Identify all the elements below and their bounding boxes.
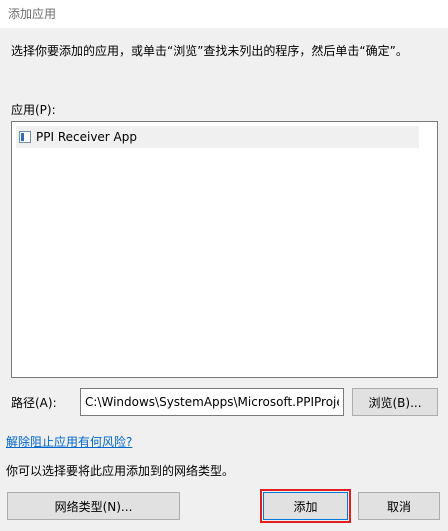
app-window-icon: [19, 131, 31, 143]
list-item-ppi-receiver-app[interactable]: PPI Receiver App: [16, 126, 419, 148]
apps-listbox[interactable]: PPI Receiver App: [11, 121, 438, 378]
path-label: 路径(A):: [11, 396, 57, 410]
browse-button[interactable]: 浏览(B)...: [352, 388, 438, 416]
path-input[interactable]: [80, 388, 344, 416]
dialog-title: 添加应用: [8, 7, 57, 21]
network-types-text: 你可以选择要将此应用添加到的网络类型。: [6, 464, 235, 478]
list-item-label: PPI Receiver App: [36, 130, 137, 144]
cancel-button[interactable]: 取消: [358, 492, 440, 520]
network-types-button[interactable]: 网络类型(N)...: [7, 492, 180, 520]
title-bar: 添加应用: [0, 0, 448, 28]
unblock-risk-link[interactable]: 解除阻止应用有何风险?: [6, 433, 132, 450]
instructions-text: 选择你要添加的应用，或单击“浏览”查找未列出的程序，然后单击“确定”。: [11, 44, 408, 58]
add-app-dialog: 添加应用 选择你要添加的应用，或单击“浏览”查找未列出的程序，然后单击“确定”。…: [0, 0, 448, 531]
add-button[interactable]: 添加: [260, 489, 351, 523]
apps-label: 应用(P):: [11, 103, 56, 117]
